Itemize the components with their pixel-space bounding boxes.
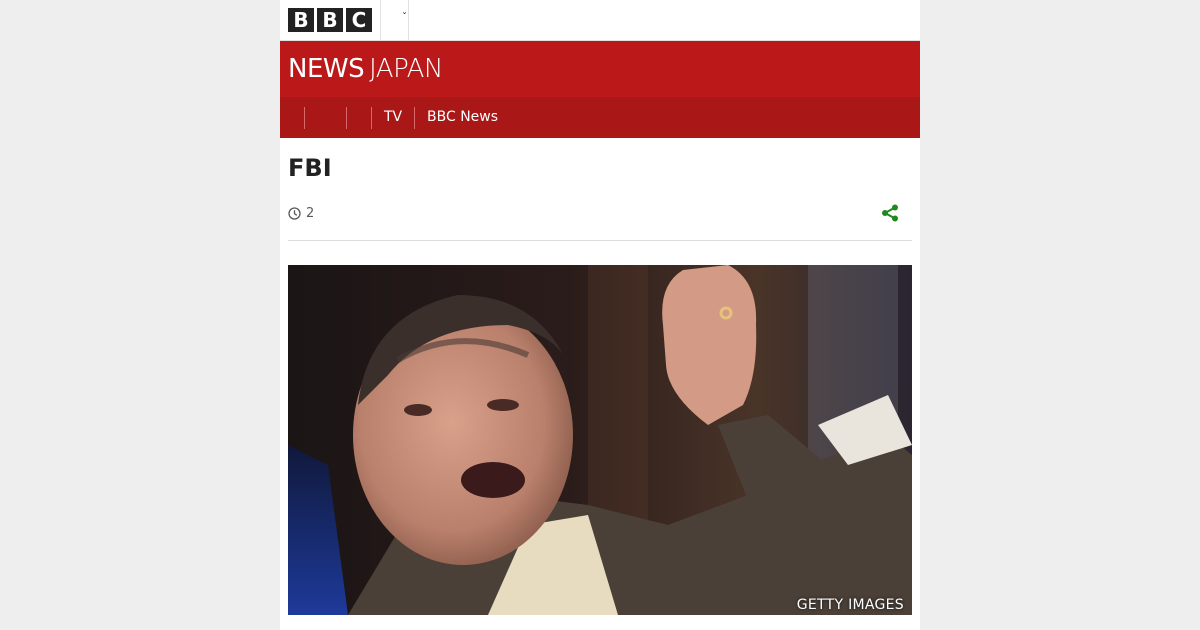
news-japan-logo[interactable]: NEWS JAPAN (288, 54, 443, 84)
article-timestamp: 2 (306, 205, 315, 221)
nav-item-1[interactable] (288, 97, 304, 138)
nav-divider (414, 107, 415, 129)
chevron-down-icon[interactable]: ˇ (402, 12, 407, 23)
meta-divider (288, 240, 912, 241)
share-icon (882, 204, 898, 222)
clock-icon (288, 206, 301, 220)
brand-news: NEWS (288, 54, 365, 84)
nav-divider (371, 107, 372, 129)
article-headline: FBI (288, 154, 332, 182)
bbc-logo-letter: B (288, 8, 314, 32)
brand-region: JAPAN (369, 54, 443, 84)
nav-item-bbc-news[interactable]: BBC News (427, 97, 498, 138)
share-button[interactable] (881, 204, 899, 222)
nav-item-2[interactable] (305, 97, 346, 138)
top-bar: B B C ˇ (280, 0, 920, 41)
top-bar-divider (380, 0, 381, 40)
bbc-logo[interactable]: B B C (288, 8, 372, 32)
masthead: NEWS JAPAN (280, 41, 920, 97)
nav-item-tv[interactable]: TV (384, 97, 402, 138)
bbc-logo-letter: C (346, 8, 372, 32)
nav-item-3[interactable] (347, 97, 371, 138)
image-credit: GETTY IMAGES (796, 597, 904, 613)
page: B B C ˇ NEWS JAPAN TV BBC News FBI 2 GET… (280, 0, 920, 630)
bbc-logo-letter: B (317, 8, 343, 32)
article-meta: 2 (288, 205, 314, 221)
hero-image: GETTY IMAGES (288, 265, 912, 615)
primary-nav: TV BBC News (280, 97, 920, 138)
top-bar-divider (408, 0, 409, 40)
hero-photo (288, 265, 912, 615)
